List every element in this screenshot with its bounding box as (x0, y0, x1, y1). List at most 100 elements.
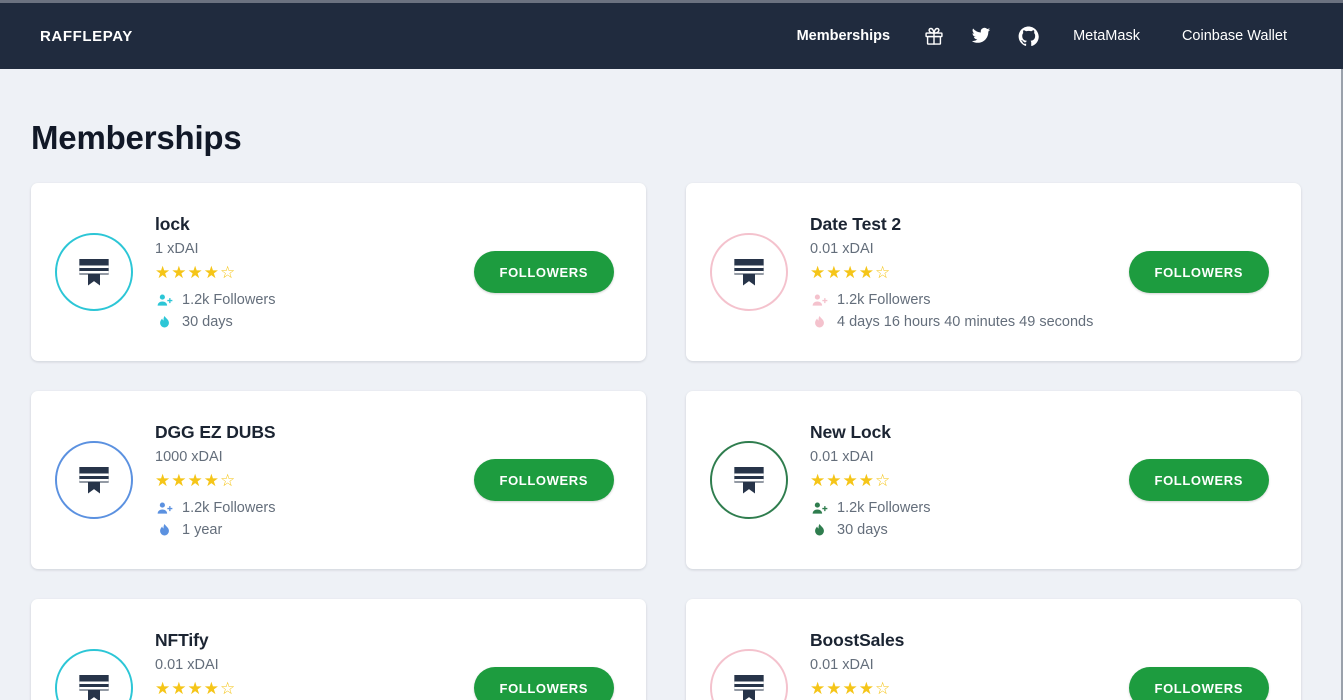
star-filled-icon: ★ (842, 470, 858, 490)
duration-value: 30 days (182, 314, 233, 330)
rating-stars: ★ ★ ★ ★ ☆ (155, 264, 454, 281)
duration-value: 1 year (182, 522, 223, 538)
followers-button[interactable]: FOLLOWERS (1128, 667, 1269, 700)
membership-name: NFTify (155, 629, 209, 650)
followers-button[interactable]: FOLLOWERS (1128, 251, 1269, 293)
membership-price: 1 xDAI (155, 240, 199, 257)
star-empty-icon: ☆ (220, 678, 236, 698)
followers-count: 1.2k Followers (182, 500, 276, 516)
star-filled-icon: ★ (858, 470, 874, 490)
membership-price: 1000 xDAI (155, 448, 223, 465)
membership-card-2[interactable]: DGG EZ DUBS 1000 xDAI ★ ★ ★ ★ ☆ 1.2k Followe… (31, 391, 646, 569)
person-add-icon (155, 292, 173, 309)
ticket-icon (734, 467, 764, 494)
star-filled-icon: ★ (810, 678, 826, 698)
star-filled-icon: ★ (187, 678, 203, 698)
gift-icon[interactable] (911, 26, 957, 46)
star-filled-icon: ★ (203, 470, 219, 490)
star-empty-icon: ☆ (220, 262, 236, 282)
star-filled-icon: ★ (858, 678, 874, 698)
followers-button[interactable]: FOLLOWERS (473, 667, 614, 700)
star-filled-icon: ★ (155, 678, 171, 698)
membership-info: lock 1 xDAI ★ ★ ★ ★ ☆ 1.2k Followers 30 … (155, 214, 454, 331)
membership-card-4[interactable]: NFTify 0.01 xDAI ★★★★☆ 1.2k Followers (31, 599, 646, 700)
nav-links-container: Memberships MetaMask Coinbase Wallet (776, 25, 1308, 47)
star-filled-icon: ★ (171, 262, 187, 282)
star-filled-icon: ★ (826, 262, 842, 282)
nav-link-coinbase-wallet[interactable]: Coinbase Wallet (1161, 28, 1308, 44)
followers-button[interactable]: FOLLOWERS (473, 459, 614, 501)
star-filled-icon: ★ (203, 262, 219, 282)
page-content: Memberships lock 1 xDAI ★ ★ ★ ★ ☆ 1.2k F… (0, 119, 1343, 700)
membership-info: BoostSales 0.01 xDAI ★★★★☆ 1.2k Follower… (810, 630, 1109, 700)
flame-icon (155, 314, 173, 331)
star-filled-icon: ★ (810, 470, 826, 490)
membership-card-1[interactable]: Date Test 2 0.01 xDAI ★ ★ ★ ★ ☆ 1.2k Followe… (686, 183, 1301, 361)
membership-name: New Lock (810, 421, 891, 442)
membership-card-5[interactable]: BoostSales 0.01 xDAI ★★★★☆ 1.2k Follower… (686, 599, 1301, 700)
membership-avatar (55, 649, 133, 700)
duration-value: 4 days 16 hours 40 minutes 49 seconds (837, 314, 1094, 330)
person-add-icon (810, 292, 828, 309)
star-empty-icon: ☆ (220, 470, 236, 490)
membership-price: 0.01 xDAI (155, 656, 219, 673)
star-filled-icon: ★ (155, 262, 171, 282)
nav-link-metamask[interactable]: MetaMask (1052, 28, 1161, 44)
duration-row: 4 days 16 hours 40 minutes 49 seconds (810, 314, 1109, 331)
duration-row: 1 year (155, 522, 454, 539)
star-filled-icon: ★ (155, 470, 171, 490)
star-filled-icon: ★ (858, 262, 874, 282)
top-navbar: RAFFLEPAY Memberships MetaMask Coinbase … (0, 3, 1343, 69)
followers-row: 1.2k Followers (155, 292, 454, 309)
followers-row: 1.2k Followers (810, 292, 1109, 309)
membership-avatar (55, 233, 133, 311)
star-filled-icon: ★ (826, 470, 842, 490)
memberships-grid: lock 1 xDAI ★ ★ ★ ★ ☆ 1.2k Followers 30 … (31, 183, 1312, 700)
followers-row: 1.2k Followers (155, 500, 454, 517)
membership-avatar (710, 233, 788, 311)
ticket-icon (79, 675, 109, 700)
ticket-icon (734, 675, 764, 700)
followers-count: 1.2k Followers (837, 500, 931, 516)
star-filled-icon: ★ (171, 470, 187, 490)
page-title: Memberships (31, 119, 242, 156)
membership-name: lock (155, 213, 190, 234)
star-filled-icon: ★ (171, 678, 187, 698)
rating-stars: ★ ★ ★ ★ ☆ (155, 472, 454, 489)
flame-icon (155, 522, 173, 539)
rating-stars: ★ ★ ★ ★ ☆ (810, 264, 1109, 281)
star-empty-icon: ☆ (875, 470, 891, 490)
star-filled-icon: ★ (187, 470, 203, 490)
membership-name: DGG EZ DUBS (155, 421, 276, 442)
person-add-icon (810, 500, 828, 517)
membership-card-3[interactable]: New Lock 0.01 xDAI ★ ★ ★ ★ ☆ 1.2k Followers (686, 391, 1301, 569)
membership-card-0[interactable]: lock 1 xDAI ★ ★ ★ ★ ☆ 1.2k Followers 30 … (31, 183, 646, 361)
star-filled-icon: ★ (826, 678, 842, 698)
person-add-icon (155, 500, 173, 517)
github-icon[interactable] (1005, 25, 1052, 47)
duration-row: 30 days (810, 522, 1109, 539)
membership-price: 0.01 xDAI (810, 240, 874, 257)
duration-value: 30 days (837, 522, 888, 538)
membership-avatar (710, 649, 788, 700)
star-filled-icon: ★ (810, 262, 826, 282)
rating-stars: ★ ★ ★ ★ ☆ (810, 680, 1109, 697)
star-filled-icon: ★ (842, 678, 858, 698)
rating-stars: ★ ★ ★ ★ ☆ (155, 680, 454, 697)
star-filled-icon: ★ (187, 262, 203, 282)
membership-avatar (710, 441, 788, 519)
nav-link-memberships[interactable]: Memberships (776, 28, 911, 44)
membership-price: 0.01 xDAI (810, 448, 874, 465)
membership-name: Date Test 2 (810, 213, 901, 234)
star-filled-icon: ★ (203, 678, 219, 698)
twitter-icon[interactable] (957, 26, 1005, 46)
followers-count: 1.2k Followers (837, 292, 931, 308)
membership-info: New Lock 0.01 xDAI ★ ★ ★ ★ ☆ 1.2k Followers (810, 422, 1109, 539)
followers-button[interactable]: FOLLOWERS (473, 251, 614, 293)
star-empty-icon: ☆ (875, 262, 891, 282)
followers-button[interactable]: FOLLOWERS (1128, 459, 1269, 501)
membership-name: BoostSales (810, 629, 905, 650)
brand-logo[interactable]: RAFFLEPAY (40, 28, 133, 45)
star-empty-icon: ☆ (875, 678, 891, 698)
star-filled-icon: ★ (842, 262, 858, 282)
